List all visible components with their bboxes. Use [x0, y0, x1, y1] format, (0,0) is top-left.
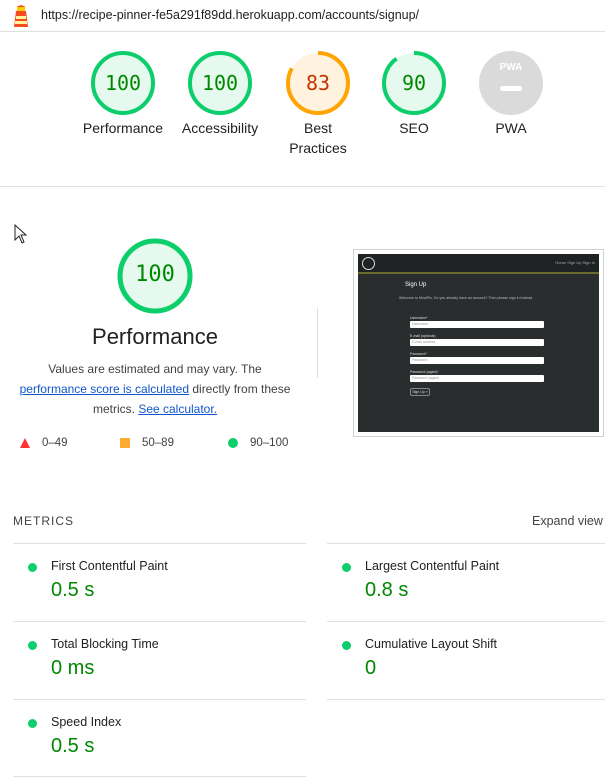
- metric-total-blocking-time: Total Blocking Time 0 ms: [13, 621, 306, 699]
- vertical-divider: [317, 308, 318, 378]
- gauge-label: Accessibility: [181, 120, 259, 136]
- thumb-field-label: E-mail (optional): [410, 334, 436, 338]
- thumb-field-input: E-mail address: [410, 339, 544, 346]
- metric-name: First Contentful Paint: [51, 559, 168, 573]
- final-screenshot-thumbnail[interactable]: Home Sign Up Sign In Sign Up Welcome to …: [353, 249, 604, 437]
- pass-indicator-icon: [342, 563, 351, 572]
- gauge-score: 100: [201, 71, 239, 95]
- mouse-pointer-icon: [14, 224, 28, 244]
- legend-range: 50–89: [142, 437, 174, 449]
- gauge-score: 83: [305, 71, 331, 95]
- lighthouse-icon: [14, 5, 28, 27]
- metric-value: 0.5 s: [51, 735, 95, 757]
- gauge-label: Performance: [82, 120, 164, 136]
- site-logo-icon: [362, 257, 375, 270]
- thumb-field-input: Password: [410, 357, 544, 364]
- metric-value: 0.8 s: [365, 579, 409, 601]
- score-calculated-link[interactable]: performance score is calculated: [20, 382, 189, 396]
- pass-indicator-icon: [28, 719, 37, 728]
- page-url: https://recipe-pinner-fe5a291f89dd.herok…: [41, 8, 420, 22]
- gauge-label: PWA: [495, 120, 527, 136]
- performance-score: 100: [135, 262, 175, 287]
- pwa-badge-icon: [479, 51, 543, 115]
- performance-gauge-large: 100: [117, 238, 193, 314]
- gauge-accessibility[interactable]: 100 Accessibility: [175, 50, 265, 138]
- thumb-subtitle: Welcome to MealPin. Do you already have …: [399, 296, 534, 300]
- thumb-nav-links: Home Sign Up Sign In: [555, 260, 595, 265]
- gauge-pwa[interactable]: PWA PWA: [466, 50, 556, 138]
- thumb-field-label: Username*: [410, 316, 428, 320]
- report-topbar: https://recipe-pinner-fe5a291f89dd.herok…: [0, 0, 605, 32]
- metric-name: Cumulative Layout Shift: [365, 637, 498, 651]
- legend-fail: 0–49: [20, 437, 68, 449]
- metric-name: Speed Index: [51, 715, 122, 729]
- thumb-signup-button: Sign Up »: [410, 388, 430, 396]
- thumb-field-input: Password (again): [410, 375, 544, 382]
- square-icon: [120, 437, 130, 448]
- metric-value: 0.5 s: [51, 579, 95, 601]
- thumb-field-input: Username: [410, 321, 544, 328]
- expand-view-toggle[interactable]: Expand view: [532, 514, 603, 528]
- gauge-performance[interactable]: 100 Performance: [78, 50, 168, 138]
- pass-indicator-icon: [342, 641, 351, 650]
- legend-range: 0–49: [42, 437, 68, 449]
- thumbnail-screen: Home Sign Up Sign In Sign Up Welcome to …: [358, 254, 599, 432]
- metric-largest-contentful-paint: Largest Contentful Paint 0.8 s: [327, 543, 605, 621]
- summary-divider: [0, 186, 605, 187]
- thumb-navbar: Home Sign Up Sign In: [358, 254, 599, 274]
- gauge-best-practices[interactable]: 83 Best Practices: [278, 50, 358, 158]
- thumb-field-label: Password*: [410, 352, 427, 356]
- pass-indicator-icon: [28, 563, 37, 572]
- metric-speed-index: Speed Index 0.5 s: [13, 699, 306, 777]
- legend-range: 90–100: [250, 437, 289, 449]
- thumb-field-label: Password (again)*: [410, 370, 439, 374]
- pass-indicator-icon: [28, 641, 37, 650]
- circle-icon: [228, 437, 238, 448]
- triangle-icon: [20, 437, 30, 448]
- metric-value: 0 ms: [51, 657, 95, 679]
- gauge-seo[interactable]: 90 SEO: [369, 50, 459, 138]
- gauge-score: 90: [401, 71, 427, 95]
- see-calculator-link[interactable]: See calculator.: [138, 402, 217, 416]
- legend-average: 50–89: [120, 437, 174, 449]
- gauge-label: Best Practices: [289, 120, 347, 156]
- metric-value: 0: [365, 657, 377, 679]
- gauge-score: 100: [104, 71, 142, 95]
- metrics-bottom-rule: [13, 776, 306, 777]
- performance-description: Values are estimated and may vary. The p…: [14, 359, 296, 419]
- legend-pass: 90–100: [228, 437, 288, 449]
- metric-name: Largest Contentful Paint: [365, 559, 500, 573]
- metric-cumulative-layout-shift: Cumulative Layout Shift 0: [327, 621, 605, 699]
- metric-name: Total Blocking Time: [51, 637, 159, 651]
- desc-text: Values are estimated and may vary. The: [48, 362, 262, 376]
- metric-first-contentful-paint: First Contentful Paint 0.5 s: [13, 543, 306, 621]
- gauge-label: SEO: [399, 120, 429, 136]
- performance-title: Performance: [92, 324, 218, 349]
- metrics-heading: METRICS: [13, 514, 74, 528]
- pwa-badge-text: PWA: [499, 62, 523, 73]
- thumb-title: Sign Up: [405, 282, 427, 288]
- metric-empty-cell: [327, 699, 605, 777]
